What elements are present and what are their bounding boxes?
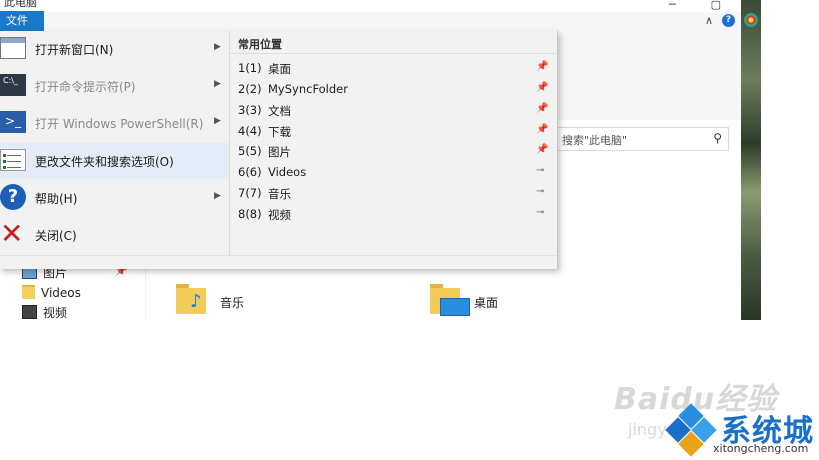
title-text: 此电脑 bbox=[4, 0, 37, 9]
nav-item-video-cn[interactable]: 视频 bbox=[22, 304, 67, 320]
frequent-place-item[interactable]: 8(8) 视频 ⊸ bbox=[238, 204, 550, 224]
help-icon: ? bbox=[0, 184, 26, 210]
ribbon-collapse-icon[interactable]: ∧ bbox=[705, 14, 713, 27]
help-circle-icon[interactable]: ? bbox=[722, 14, 735, 27]
menu-item-powershell[interactable]: >_ 打开 Windows PowerShell(R) ▶ bbox=[0, 105, 229, 141]
menu-item-folder-options[interactable]: 更改文件夹和搜索选项(O) bbox=[0, 143, 229, 179]
command-prompt-icon: C:\_ bbox=[0, 74, 26, 96]
close-icon: ✕ bbox=[0, 217, 24, 250]
menu-item-command-prompt[interactable]: C:\_ 打开命令提示符(P) ▶ bbox=[0, 68, 229, 104]
place-number: 8(8) bbox=[238, 207, 262, 221]
powershell-icon: >_ bbox=[0, 111, 26, 133]
desktop-app-icon bbox=[744, 13, 758, 27]
place-name: MySyncFolder bbox=[268, 82, 348, 96]
unpinned-icon[interactable]: ⊸ bbox=[536, 186, 544, 197]
submenu-arrow-icon: ▶ bbox=[214, 42, 221, 52]
frequent-place-item[interactable]: 6(6) Videos ⊸ bbox=[238, 162, 550, 182]
video-folder-icon bbox=[22, 305, 37, 319]
frequent-place-item[interactable]: 7(7) 音乐 ⊸ bbox=[238, 183, 550, 203]
place-number: 4(4) bbox=[238, 124, 262, 138]
submenu-arrow-icon: ▶ bbox=[214, 116, 221, 126]
pinned-icon[interactable]: 📌 bbox=[536, 124, 548, 135]
file-menu: 打开新窗口(N) ▶ C:\_ 打开命令提示符(P) ▶ >_ 打开 Windo… bbox=[0, 31, 558, 269]
menu-divider bbox=[229, 31, 230, 255]
place-name: 视频 bbox=[268, 208, 291, 222]
place-name: 下载 bbox=[268, 125, 291, 139]
file-tab[interactable]: 文件 bbox=[0, 11, 44, 31]
title-bar: 此电脑 ─ ▢ bbox=[0, 0, 741, 12]
folder-music[interactable]: ♪ 音乐 bbox=[176, 282, 276, 320]
pinned-icon[interactable]: 📌 bbox=[536, 103, 548, 114]
pinned-icon[interactable]: 📌 bbox=[536, 82, 548, 93]
place-number: 1(1) bbox=[238, 61, 262, 75]
menu-item-open-new-window[interactable]: 打开新窗口(N) ▶ bbox=[0, 31, 229, 67]
place-name: Videos bbox=[268, 165, 307, 179]
frequent-place-item[interactable]: 5(5) 图片 📌 bbox=[238, 141, 550, 161]
search-placeholder: 搜索"此电脑" bbox=[562, 134, 628, 147]
search-input[interactable]: 搜索"此电脑" ⚲ bbox=[555, 127, 729, 151]
folder-icon bbox=[22, 285, 35, 299]
nav-item-videos[interactable]: Videos bbox=[22, 285, 81, 303]
unpinned-icon[interactable]: ⊸ bbox=[536, 165, 544, 176]
place-name: 图片 bbox=[268, 145, 291, 159]
music-folder-icon: ♪ bbox=[176, 282, 206, 316]
desktop-folder-icon bbox=[430, 282, 470, 316]
folder-options-icon bbox=[0, 149, 26, 171]
file-menu-footer bbox=[0, 255, 557, 269]
file-menu-commands: 打开新窗口(N) ▶ C:\_ 打开命令提示符(P) ▶ >_ 打开 Windo… bbox=[0, 31, 229, 255]
unpinned-icon[interactable]: ⊸ bbox=[536, 207, 544, 218]
window-controls[interactable]: ─ ▢ bbox=[669, 0, 721, 11]
menu-item-label: 更改文件夹和搜索选项(O) bbox=[35, 155, 174, 169]
place-number: 7(7) bbox=[238, 186, 262, 200]
brand-url: xitongcheng.com bbox=[713, 442, 809, 455]
xitongcheng-logo-icon bbox=[665, 403, 717, 457]
place-name: 音乐 bbox=[268, 187, 291, 201]
search-icon[interactable]: ⚲ bbox=[713, 131, 722, 145]
frequent-places-title: 常用位置 bbox=[238, 38, 282, 51]
nav-item-label: 视频 bbox=[43, 306, 68, 320]
explorer-window: 此电脑 ─ ▢ ∧ ? 搜索"此电脑" ⚲ 图片 📌 Videos 视频 ♪ 音… bbox=[0, 0, 761, 320]
frequent-place-item[interactable]: 2(2) MySyncFolder 📌 bbox=[238, 79, 550, 99]
place-number: 6(6) bbox=[238, 165, 262, 179]
place-number: 5(5) bbox=[238, 144, 262, 158]
menu-item-label: 关闭(C) bbox=[35, 229, 77, 243]
submenu-arrow-icon: ▶ bbox=[214, 191, 221, 201]
menu-item-label: 打开新窗口(N) bbox=[35, 43, 114, 57]
submenu-arrow-icon: ▶ bbox=[214, 79, 221, 89]
frequent-places-separator bbox=[230, 53, 557, 54]
folder-label: 桌面 bbox=[474, 296, 499, 310]
new-window-icon bbox=[0, 37, 26, 59]
frequent-place-item[interactable]: 4(4) 下载 📌 bbox=[238, 121, 550, 141]
pinned-icon[interactable]: 📌 bbox=[536, 61, 548, 72]
pinned-icon[interactable]: 📌 bbox=[536, 144, 548, 155]
place-number: 3(3) bbox=[238, 103, 262, 117]
nav-item-label: Videos bbox=[41, 286, 81, 300]
menu-item-help[interactable]: ? 帮助(H) ▶ bbox=[0, 180, 229, 216]
place-name: 桌面 bbox=[268, 62, 291, 76]
frequent-place-item[interactable]: 1(1) 桌面 📌 bbox=[238, 58, 550, 78]
menu-item-label: 打开 Windows PowerShell(R) bbox=[35, 117, 204, 131]
menu-item-label: 帮助(H) bbox=[35, 192, 78, 206]
place-number: 2(2) bbox=[238, 82, 262, 96]
desktop-wallpaper bbox=[741, 0, 761, 320]
folder-desktop[interactable]: 桌面 bbox=[430, 282, 530, 320]
frequent-place-item[interactable]: 3(3) 文档 📌 bbox=[238, 100, 550, 120]
menu-item-close[interactable]: ✕ 关闭(C) bbox=[0, 217, 229, 253]
folder-label: 音乐 bbox=[220, 296, 245, 310]
place-name: 文档 bbox=[268, 104, 291, 118]
menu-item-label: 打开命令提示符(P) bbox=[35, 80, 136, 94]
